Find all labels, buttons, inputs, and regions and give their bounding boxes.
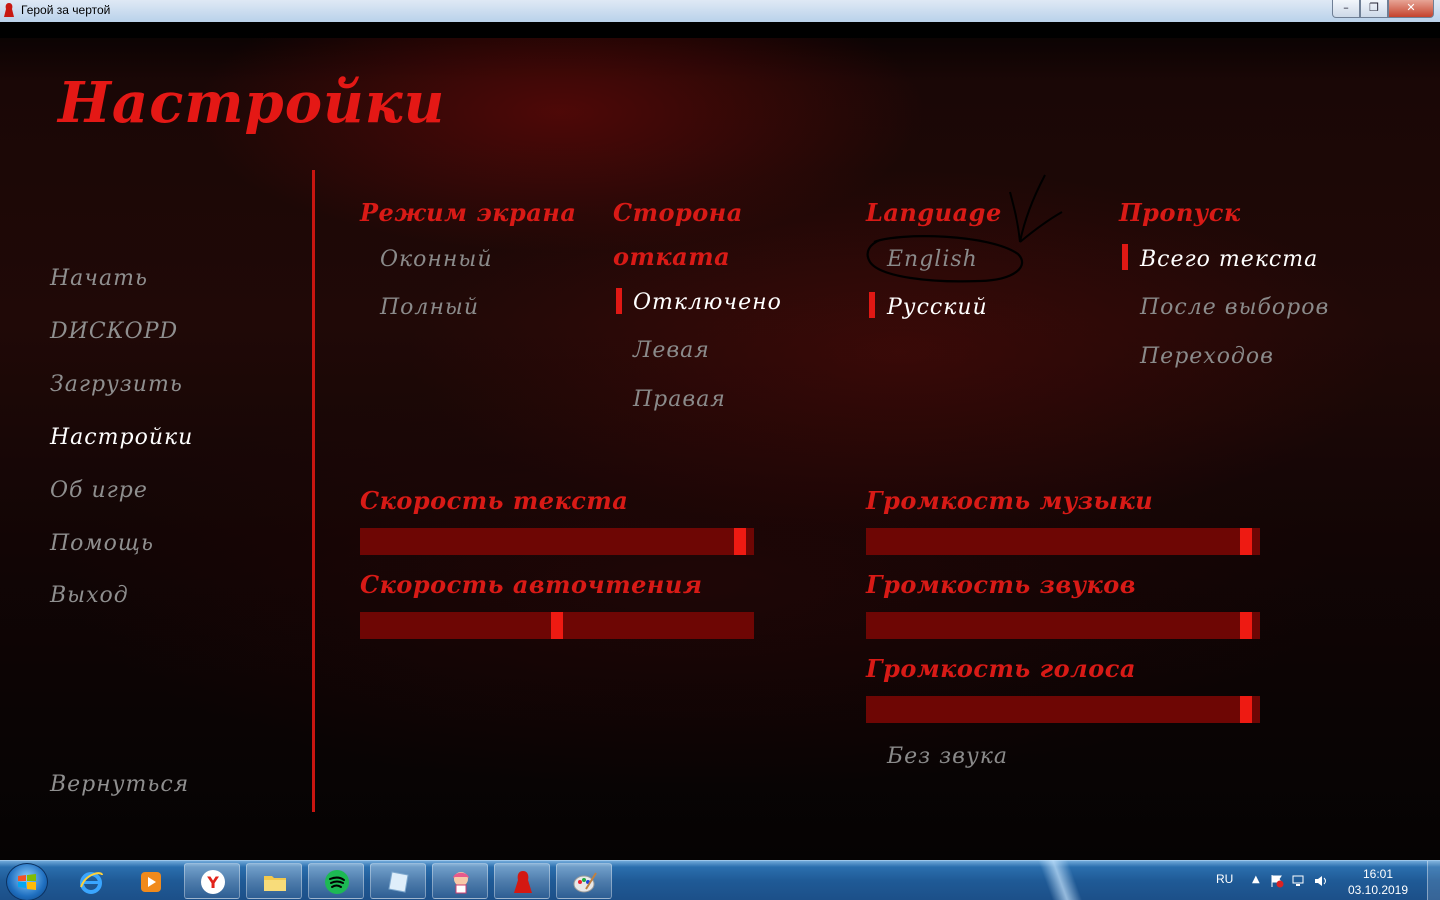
game-icon [514, 871, 532, 893]
slider-knob[interactable] [551, 612, 563, 639]
action-center-flag-icon[interactable] [1270, 874, 1284, 888]
rollback-option-disabled[interactable]: Отключено [633, 290, 782, 315]
maximize-button[interactable]: ❐ [1360, 0, 1388, 18]
rollback-title-line2: отката [613, 242, 731, 271]
selection-marker [1122, 244, 1128, 270]
voice-volume-slider[interactable] [866, 696, 1260, 723]
slider-knob[interactable] [1240, 696, 1252, 723]
skip-option-after-choices[interactable]: После выборов [1140, 295, 1329, 320]
clock-time[interactable]: 16:01 [1350, 867, 1406, 881]
clock-date[interactable]: 03.10.2019 [1344, 883, 1412, 897]
media-player-icon [141, 872, 161, 892]
back-button[interactable]: Вернуться [50, 772, 189, 797]
language-title: Language [866, 198, 1002, 227]
taskbar-explorer[interactable] [246, 863, 302, 899]
show-hidden-icons-icon[interactable]: ▲ [1252, 874, 1260, 885]
system-tray: RU ▲ 16:01 03.10.2019 [1210, 861, 1440, 900]
rollback-option-left[interactable]: Левая [633, 338, 710, 363]
yandex-browser-icon: Y [201, 870, 225, 894]
mute-toggle[interactable]: Без звука [887, 744, 1008, 769]
vertical-divider [312, 170, 315, 812]
taskbar-ie[interactable] [62, 863, 118, 899]
text-speed-slider[interactable] [360, 528, 754, 555]
menu-item-about[interactable]: Об игре [50, 478, 148, 503]
taskbar-notepad[interactable] [370, 863, 426, 899]
selection-marker [869, 292, 875, 318]
taskbar-anime-app[interactable] [432, 863, 488, 899]
auto-speed-slider[interactable] [360, 612, 754, 639]
window-title: Герой за чертой [21, 3, 111, 17]
slider-knob[interactable] [1240, 612, 1252, 639]
skip-option-transitions[interactable]: Переходов [1140, 344, 1274, 369]
top-band [0, 22, 1440, 38]
music-volume-slider[interactable] [866, 528, 1260, 555]
sound-volume-label: Громкость звуков [866, 570, 1137, 599]
display-mode-title: Режим экрана [360, 198, 577, 227]
notepad-icon [388, 871, 409, 893]
folder-icon [264, 876, 286, 891]
hand-drawn-annotation-icon [866, 174, 1063, 283]
paint-icon [573, 872, 597, 893]
taskbar-spotify[interactable] [308, 863, 364, 899]
display-option-fullscreen[interactable]: Полный [380, 295, 479, 320]
app-icon [4, 3, 14, 17]
menu-item-settings[interactable]: Настройки [50, 425, 193, 450]
language-option-english[interactable]: English [887, 247, 978, 272]
show-desktop-button[interactable] [1427, 861, 1440, 900]
window-titlebar[interactable]: Герой за чертой – ❐ ✕ [0, 0, 1440, 23]
taskbar-game[interactable] [494, 863, 550, 899]
language-indicator[interactable]: RU [1216, 872, 1233, 886]
menu-item-load[interactable]: Загрузить [50, 372, 183, 397]
network-icon[interactable] [1292, 874, 1306, 888]
display-option-windowed[interactable]: Оконный [380, 247, 493, 272]
taskbar-yandex[interactable]: Y [184, 863, 240, 899]
internet-explorer-icon [80, 872, 103, 894]
page-title: Настройки [58, 70, 446, 136]
text-speed-label: Скорость текста [360, 486, 629, 515]
spotify-icon [325, 870, 349, 894]
skip-title: Пропуск [1119, 198, 1241, 227]
svg-text:Y: Y [206, 873, 219, 892]
menu-item-help[interactable]: Помощь [50, 531, 154, 556]
auto-speed-label: Скорость авточтения [360, 570, 703, 599]
windows-logo-icon [18, 874, 36, 890]
menu-item-exit[interactable]: Выход [50, 583, 129, 608]
start-button[interactable] [6, 863, 48, 900]
anime-character-icon [453, 872, 469, 894]
close-button[interactable]: ✕ [1388, 0, 1434, 18]
rollback-title-line1: Сторона [613, 198, 743, 227]
menu-item-start[interactable]: Начать [50, 266, 148, 291]
rollback-option-right[interactable]: Правая [633, 387, 726, 412]
menu-item-discord[interactable]: DИСКОРD [50, 319, 178, 344]
taskbar-glare [1030, 860, 1090, 900]
taskbar-paint[interactable] [556, 863, 612, 899]
voice-volume-label: Громкость голоса [866, 654, 1136, 683]
selection-marker [616, 288, 622, 314]
slider-knob[interactable] [1240, 528, 1252, 555]
taskbar: Y RU ▲ 16:01 03.10.2019 [0, 860, 1440, 900]
music-volume-label: Громкость музыки [866, 486, 1154, 515]
language-option-russian[interactable]: Русский [887, 295, 988, 320]
skip-option-all-text[interactable]: Всего текста [1140, 247, 1318, 272]
minimize-button[interactable]: – [1332, 0, 1360, 18]
sound-volume-slider[interactable] [866, 612, 1260, 639]
taskbar-media-player[interactable] [122, 863, 178, 899]
game-screen: Настройки Начать DИСКОРD Загрузить Настр… [0, 22, 1440, 860]
slider-knob[interactable] [734, 528, 746, 555]
volume-icon[interactable] [1314, 874, 1328, 888]
